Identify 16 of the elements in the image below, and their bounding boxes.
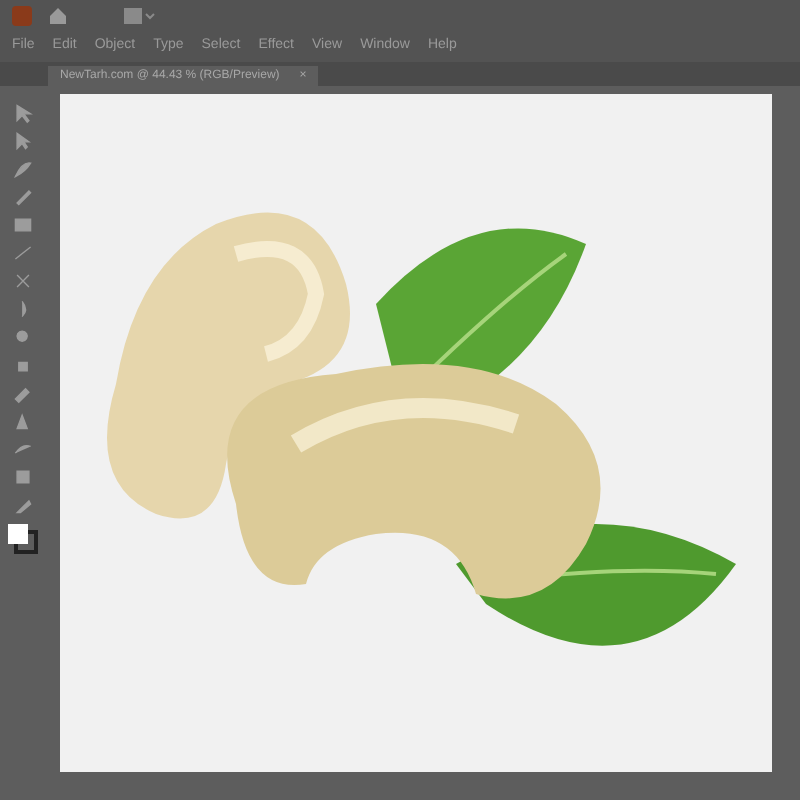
app-logo-icon [12,6,32,26]
tool-icon[interactable] [11,494,33,516]
tool-icon[interactable] [11,214,33,236]
tool-icon[interactable] [11,410,33,432]
tool-icon[interactable] [11,130,33,152]
tool-icon[interactable] [11,270,33,292]
tool-icon[interactable] [11,466,33,488]
tool-icon[interactable] [11,158,33,180]
workspace-icon[interactable] [124,8,156,24]
tool-icon[interactable] [11,326,33,348]
home-icon[interactable] [48,6,68,26]
tool-icon[interactable] [11,186,33,208]
tool-icon[interactable] [11,242,33,264]
tool-icon[interactable] [11,382,33,404]
fill-stroke-swatch-icon[interactable] [6,522,38,554]
tool-icon[interactable] [11,102,33,124]
